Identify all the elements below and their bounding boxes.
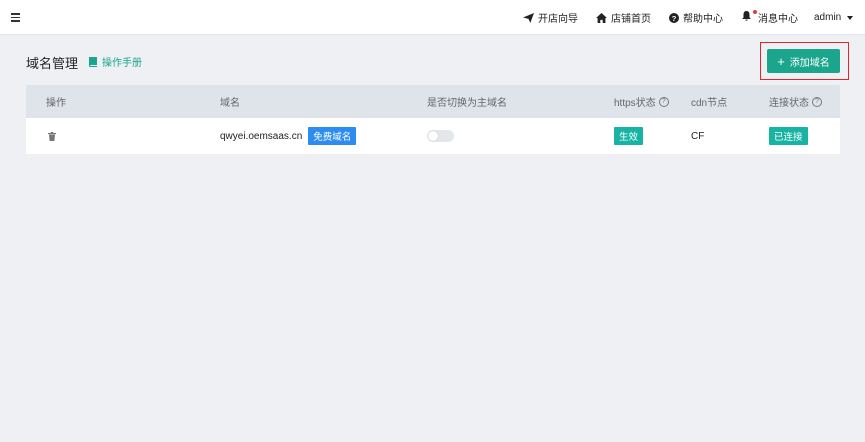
cdn-node-cell: CF: [691, 130, 705, 142]
add-domain-button[interactable]: + 添加域名: [767, 49, 840, 73]
https-status-cell: 生效: [614, 118, 644, 154]
nav-store-home-label: 店铺首页: [611, 14, 651, 25]
manual-link-label: 操作手册: [102, 58, 142, 69]
help-icon[interactable]: ?: [658, 96, 669, 107]
header-connection-status: 连接状态 ?: [769, 85, 822, 118]
book-icon: [89, 56, 97, 67]
top-bar: 开店向导 店铺首页 ? 帮助中心 消息中心 admin: [0, 0, 865, 35]
svg-text:?: ?: [672, 14, 677, 23]
table-header: 操作 域名 是否切换为主域名 https状态 ? cdn节点 连接状态 ?: [26, 85, 840, 118]
connection-status-cell: 已连接: [769, 118, 808, 154]
nav-help-center[interactable]: ? 帮助中心: [669, 0, 723, 35]
add-domain-button-label: 添加域名: [789, 57, 830, 69]
domain-table: 操作 域名 是否切换为主域名 https状态 ? cdn节点 连接状态 ? qw…: [26, 85, 840, 154]
domain-cell: qwyei.oemsaas.cn 免费域名: [220, 118, 357, 154]
header-cdn-node: cdn节点: [691, 98, 728, 109]
nav-setup-guide[interactable]: 开店向导: [523, 0, 578, 35]
menu-toggle-icon[interactable]: [11, 13, 20, 22]
question-circle-icon: ?: [669, 12, 679, 23]
connection-status-badge: 已连接: [769, 127, 808, 145]
table-row: qwyei.oemsaas.cn 免费域名 生效 CF 已连接: [26, 118, 840, 154]
toggle-knob: [428, 131, 438, 141]
main-domain-toggle[interactable]: [427, 130, 454, 142]
nav-store-home[interactable]: 店铺首页: [596, 0, 651, 35]
https-status-badge: 生效: [614, 127, 644, 145]
paper-plane-icon: [523, 12, 534, 23]
nav-help-center-label: 帮助中心: [683, 14, 723, 25]
nav-message-center-label: 消息中心: [758, 14, 798, 25]
user-menu[interactable]: admin: [814, 0, 854, 35]
trash-icon: [48, 131, 56, 141]
header-connection-status-label: 连接状态: [769, 98, 809, 109]
plus-icon: +: [777, 53, 785, 69]
user-name: admin: [814, 12, 842, 23]
header-https-status-label: https状态: [614, 98, 656, 109]
switch-main-cell: [427, 118, 454, 154]
home-icon: [596, 12, 607, 23]
chevron-down-icon: [847, 15, 854, 20]
nav-message-center[interactable]: 消息中心: [742, 0, 798, 35]
page-title: 域名管理: [26, 56, 79, 71]
domain-name: qwyei.oemsaas.cn: [220, 130, 303, 142]
header-https-status: https状态 ?: [614, 85, 669, 118]
delete-button[interactable]: [48, 118, 56, 154]
free-domain-badge: 免费域名: [308, 127, 357, 145]
manual-link[interactable]: 操作手册: [89, 54, 142, 69]
header-domain: 域名: [220, 98, 240, 109]
header-action: 操作: [46, 98, 66, 109]
header-switch-main: 是否切换为主域名: [427, 98, 507, 109]
bell-icon: [742, 11, 751, 21]
help-icon[interactable]: ?: [812, 96, 822, 107]
notification-dot: [753, 10, 757, 14]
nav-setup-guide-label: 开店向导: [538, 14, 578, 25]
